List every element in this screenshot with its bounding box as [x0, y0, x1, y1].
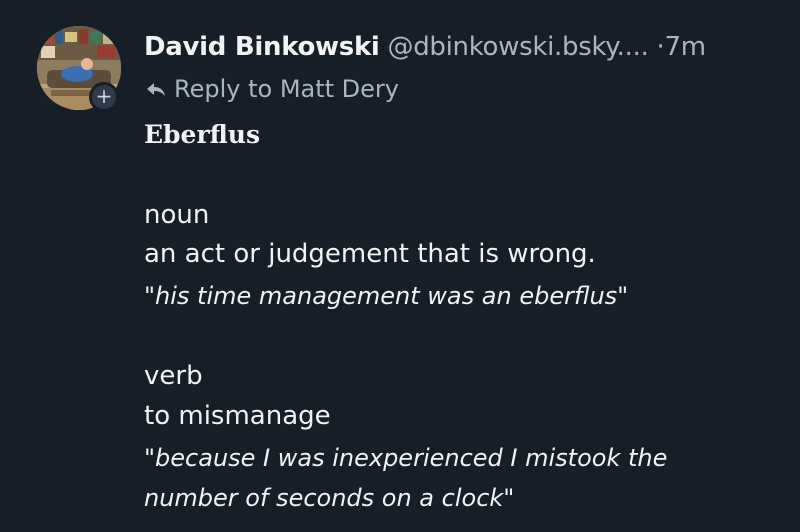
verb-example-line-2: number of seconds on a clock" — [144, 484, 515, 512]
author-display-name[interactable]: David Binkowski — [144, 32, 380, 62]
noun-definition: an act or judgement that is wrong. — [144, 239, 596, 269]
noun-label: noun — [144, 200, 210, 230]
follow-plus-icon[interactable]: + — [89, 82, 119, 112]
author-avatar-container[interactable]: + — [37, 26, 121, 112]
verb-definition: to mismanage — [144, 401, 331, 431]
post-title: Eberflus — [144, 120, 261, 149]
reply-context[interactable]: Reply to Matt Dery — [144, 72, 399, 106]
author-handle[interactable]: @dbinkowski.bsky.... — [388, 32, 649, 62]
reply-to-label[interactable]: Reply to Matt Dery — [174, 72, 399, 106]
post-header: David Binkowski @dbinkowski.bsky.... ·7m — [144, 29, 706, 65]
noun-example: "his time management was an eberflus" — [144, 282, 629, 310]
post-timestamp[interactable]: 7m — [664, 32, 706, 62]
verb-example-line-1: "because I was inexperienced I mistook t… — [144, 444, 668, 472]
reply-arrow-icon — [147, 83, 165, 96]
verb-label: verb — [144, 361, 203, 391]
